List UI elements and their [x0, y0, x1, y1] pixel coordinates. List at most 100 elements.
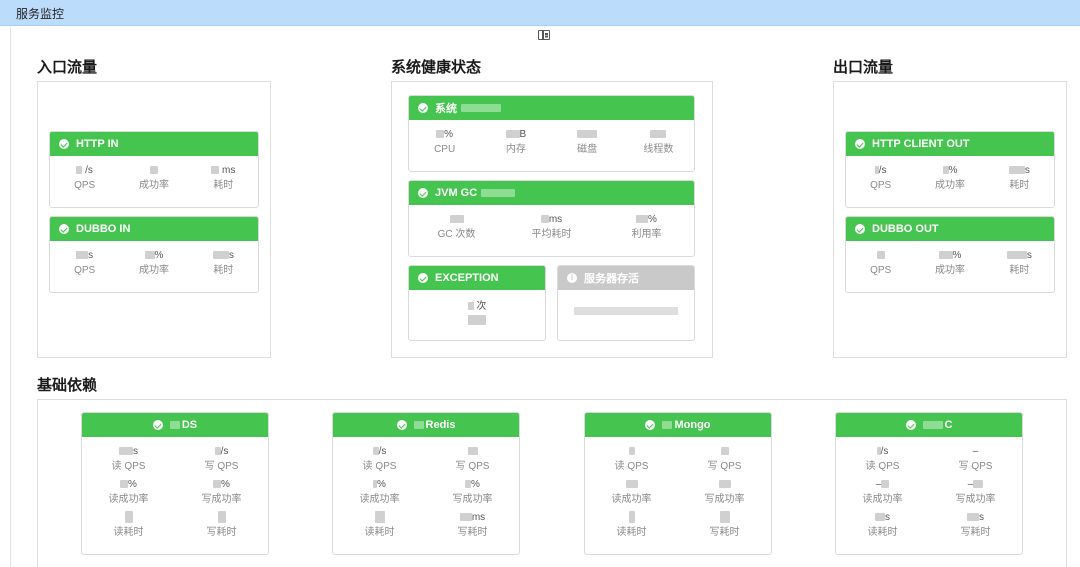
metric-value: s	[1024, 165, 1030, 176]
card-title: EXCEPTION	[435, 272, 499, 284]
metric-value: s	[133, 446, 138, 457]
card-header: HTTP IN	[50, 132, 258, 156]
card-title: DUBBO OUT	[872, 223, 939, 235]
metric-value: %	[948, 165, 958, 176]
card-header: i 服务器存活	[558, 266, 694, 290]
card-title: Mongo	[674, 419, 711, 431]
metric-value: /s	[880, 446, 889, 457]
card-title: C	[944, 419, 953, 431]
check-circle-icon	[396, 420, 407, 430]
check-circle-icon	[855, 139, 865, 149]
card-header: EXCEPTION	[409, 266, 545, 290]
info-icon: i	[567, 273, 577, 283]
card-infra-ds[interactable]: DS s 读 QPS /s 写 QPS % 读成功率 % 写成功率 读耗时 写耗时	[81, 412, 269, 555]
check-circle-icon	[418, 273, 428, 283]
metric-value: s	[88, 250, 94, 261]
card-title: Redis	[425, 419, 456, 431]
metric-value: s	[885, 512, 890, 523]
metric-value: %	[471, 479, 480, 490]
metric-label: 耗时	[213, 180, 234, 191]
metric-value: s	[228, 250, 234, 261]
metric-label: 读耗时	[113, 527, 144, 538]
metric-label: 读 QPS	[614, 461, 649, 472]
card-jvm[interactable]: JVM GC GC 次数 ms 平均耗时 % 利用率	[408, 180, 695, 257]
metric-value: ms	[548, 214, 563, 225]
card-exception[interactable]: EXCEPTION 次	[408, 265, 546, 341]
metric-value: %	[221, 479, 230, 490]
metric-label: CPU	[434, 144, 456, 155]
metric-value: B	[519, 129, 527, 140]
card-title: JVM GC	[435, 187, 478, 199]
window-title: 服务监控	[16, 7, 65, 21]
metric-value: /s	[378, 446, 387, 457]
metric-label: 写耗时	[206, 527, 237, 538]
metric-value: /s	[878, 165, 887, 176]
section-title-outbound: 出口流量	[833, 59, 894, 76]
card-title: DS	[181, 419, 198, 431]
metric-value: %	[952, 250, 962, 261]
metric-label: 写耗时	[457, 527, 488, 538]
card-http-out[interactable]: HTTP CLIENT OUT /s QPS % 成功率 s 耗时	[845, 131, 1055, 208]
metric-label: 读成功率	[611, 494, 652, 505]
card-header: DUBBO IN	[50, 217, 258, 241]
section-title-infra: 基础依赖	[37, 377, 98, 394]
card-server-alive[interactable]: i 服务器存活	[557, 265, 695, 341]
metric-label: 写耗时	[709, 527, 740, 538]
check-circle-icon	[645, 420, 656, 430]
metric-label: 写 QPS	[204, 461, 239, 472]
metric-label: 平均耗时	[531, 229, 572, 240]
check-circle-icon	[152, 420, 163, 430]
metric-label: 成功率	[138, 180, 169, 191]
metric-label: 成功率	[934, 180, 965, 191]
card-title: DUBBO IN	[76, 223, 131, 235]
layout-icon[interactable]	[538, 30, 550, 40]
card-header: JVM GC	[409, 181, 694, 205]
card-infra-c[interactable]: C /s 读 QPS – 写 QPS – 读成功率 – 写成功率 s 读耗时 s 写耗时	[835, 412, 1023, 555]
metric-value: /s	[85, 165, 93, 176]
metric-label: 读 QPS	[111, 461, 146, 472]
card-infra-redis[interactable]: Redis /s 读 QPS 写 QPS % 读成功率 % 写成功率 读耗时 ms 写耗…	[332, 412, 520, 555]
card-system[interactable]: 系统 % CPU B 内存 磁盘 线程数	[408, 95, 695, 172]
metric-label: 读 QPS	[362, 461, 397, 472]
metric-label: 内存	[505, 144, 526, 155]
card-title: 系统	[435, 103, 457, 115]
card-header: Redis	[333, 413, 519, 437]
metric-label: 写成功率	[452, 494, 493, 505]
card-header: Mongo	[585, 413, 771, 437]
metric-value: %	[377, 479, 386, 490]
card-dubbo-out[interactable]: DUBBO OUT QPS % 成功率 s 耗时	[845, 216, 1055, 293]
card-header: DS	[82, 413, 268, 437]
metric-label: 写 QPS	[455, 461, 490, 472]
metric-value: s	[1026, 250, 1032, 261]
card-title: HTTP IN	[76, 138, 119, 150]
title-bar: 服务监控	[0, 0, 1080, 26]
metric-value: %	[154, 250, 164, 261]
metric-value: %	[128, 479, 137, 490]
card-http-in[interactable]: HTTP IN /s QPS 成功率 ms 耗时	[49, 131, 259, 208]
card-header: 系统	[409, 96, 694, 120]
card-header: HTTP CLIENT OUT	[846, 132, 1054, 156]
metric-label: 耗时	[1009, 265, 1030, 276]
card-dubbo-in[interactable]: DUBBO IN s QPS % 成功率 s 耗时	[49, 216, 259, 293]
metric-label: 写耗时	[960, 527, 991, 538]
metric-label: 读耗时	[616, 527, 647, 538]
metric-label: 读耗时	[364, 527, 395, 538]
metric-label: 成功率	[934, 265, 965, 276]
metric-label: 写 QPS	[707, 461, 742, 472]
metric-value: %	[444, 129, 454, 140]
check-circle-icon	[418, 103, 428, 113]
metric-label: 写成功率	[201, 494, 242, 505]
card-title: 服务器存活	[584, 273, 639, 285]
card-infra-mongo[interactable]: Mongo 读 QPS 写 QPS 读成功率 写成功率 读耗时 写耗时	[584, 412, 772, 555]
metric-label: 线程数	[643, 144, 674, 155]
check-circle-icon	[59, 224, 69, 234]
metric-label: QPS	[870, 180, 892, 191]
metric-label: 耗时	[1009, 180, 1030, 191]
metric-label: QPS	[74, 180, 96, 191]
section-title-inbound: 入口流量	[37, 59, 98, 76]
metric-label: 耗时	[213, 265, 234, 276]
metric-value: ms	[471, 512, 486, 523]
exception-count: 次	[476, 301, 487, 312]
check-circle-icon	[855, 224, 865, 234]
metric-label: 读耗时	[867, 527, 898, 538]
